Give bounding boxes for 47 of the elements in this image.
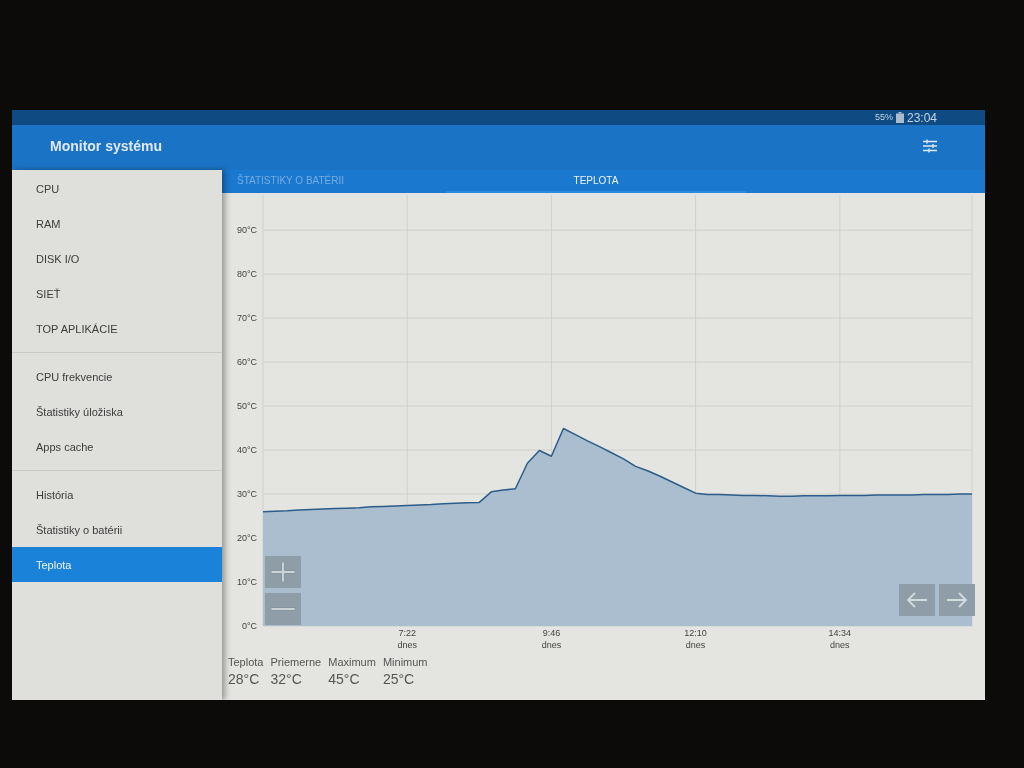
sliders-icon[interactable] — [923, 138, 937, 153]
x-axis-label: 14:34 dnes — [828, 628, 852, 650]
tab[interactable]: TEPLOTA — [446, 170, 746, 193]
stat-label: Teplota — [228, 656, 264, 668]
y-axis-label: 70°C — [236, 313, 257, 324]
x-axis-label: 7:22 dnes — [397, 628, 417, 650]
stat-label: Minimum — [382, 656, 428, 668]
y-axis-label: 50°C — [236, 401, 257, 412]
stat-label: Maximum — [328, 656, 376, 668]
arrow-left-icon — [907, 592, 927, 608]
scroll-right-button[interactable] — [939, 584, 975, 616]
drawer-item[interactable]: TOP APLIKÁCIE — [12, 311, 222, 346]
stat-value: 32°C — [270, 671, 303, 687]
drawer-item[interactable]: RAM — [12, 206, 222, 241]
stat-label: Priemerne — [270, 656, 322, 668]
stat-value: 28°C — [228, 671, 261, 687]
y-axis-label: 0°C — [241, 621, 257, 631]
clock-time: 23:04 — [906, 111, 937, 124]
y-axis-label: 10°C — [236, 577, 257, 587]
stat-value: 25°C — [382, 671, 416, 687]
drawer-item[interactable]: História — [12, 477, 222, 512]
battery-percent: 55% — [874, 113, 893, 122]
drawer-item[interactable]: DISK I/O — [12, 241, 222, 276]
arrow-right-icon — [947, 592, 967, 608]
app-title: Monitor systému — [50, 137, 162, 154]
scroll-left-button[interactable] — [899, 584, 935, 616]
y-axis-label: 60°C — [236, 357, 257, 368]
drawer-item[interactable]: CPU frekvencie — [12, 359, 222, 394]
drawer-item[interactable]: SIEŤ — [12, 276, 222, 311]
minus-icon — [271, 607, 295, 611]
stat-value: 45°C — [328, 671, 361, 687]
x-axis-label: 9:46 dnes — [541, 628, 562, 650]
drawer-item[interactable]: Štatistiky úložiska — [12, 394, 222, 429]
zoom-in-button[interactable] — [265, 556, 301, 588]
zoom-out-button[interactable] — [265, 593, 301, 625]
drawer-item[interactable]: CPU — [12, 171, 222, 206]
y-axis-label: 20°C — [236, 533, 257, 544]
y-axis-label: 40°C — [236, 445, 257, 456]
plus-icon — [271, 562, 295, 582]
drawer-item[interactable]: Štatistiky o batérii — [12, 512, 222, 547]
y-axis-label: 90°C — [236, 225, 257, 236]
battery-icon — [895, 112, 904, 123]
x-axis-label: 12:10 dnes — [684, 628, 707, 650]
drawer-item[interactable]: Apps cache — [12, 429, 222, 464]
y-axis-label: 30°C — [236, 489, 257, 500]
y-axis-label: 80°C — [236, 269, 257, 280]
drawer-item[interactable]: Teplota — [12, 547, 222, 582]
